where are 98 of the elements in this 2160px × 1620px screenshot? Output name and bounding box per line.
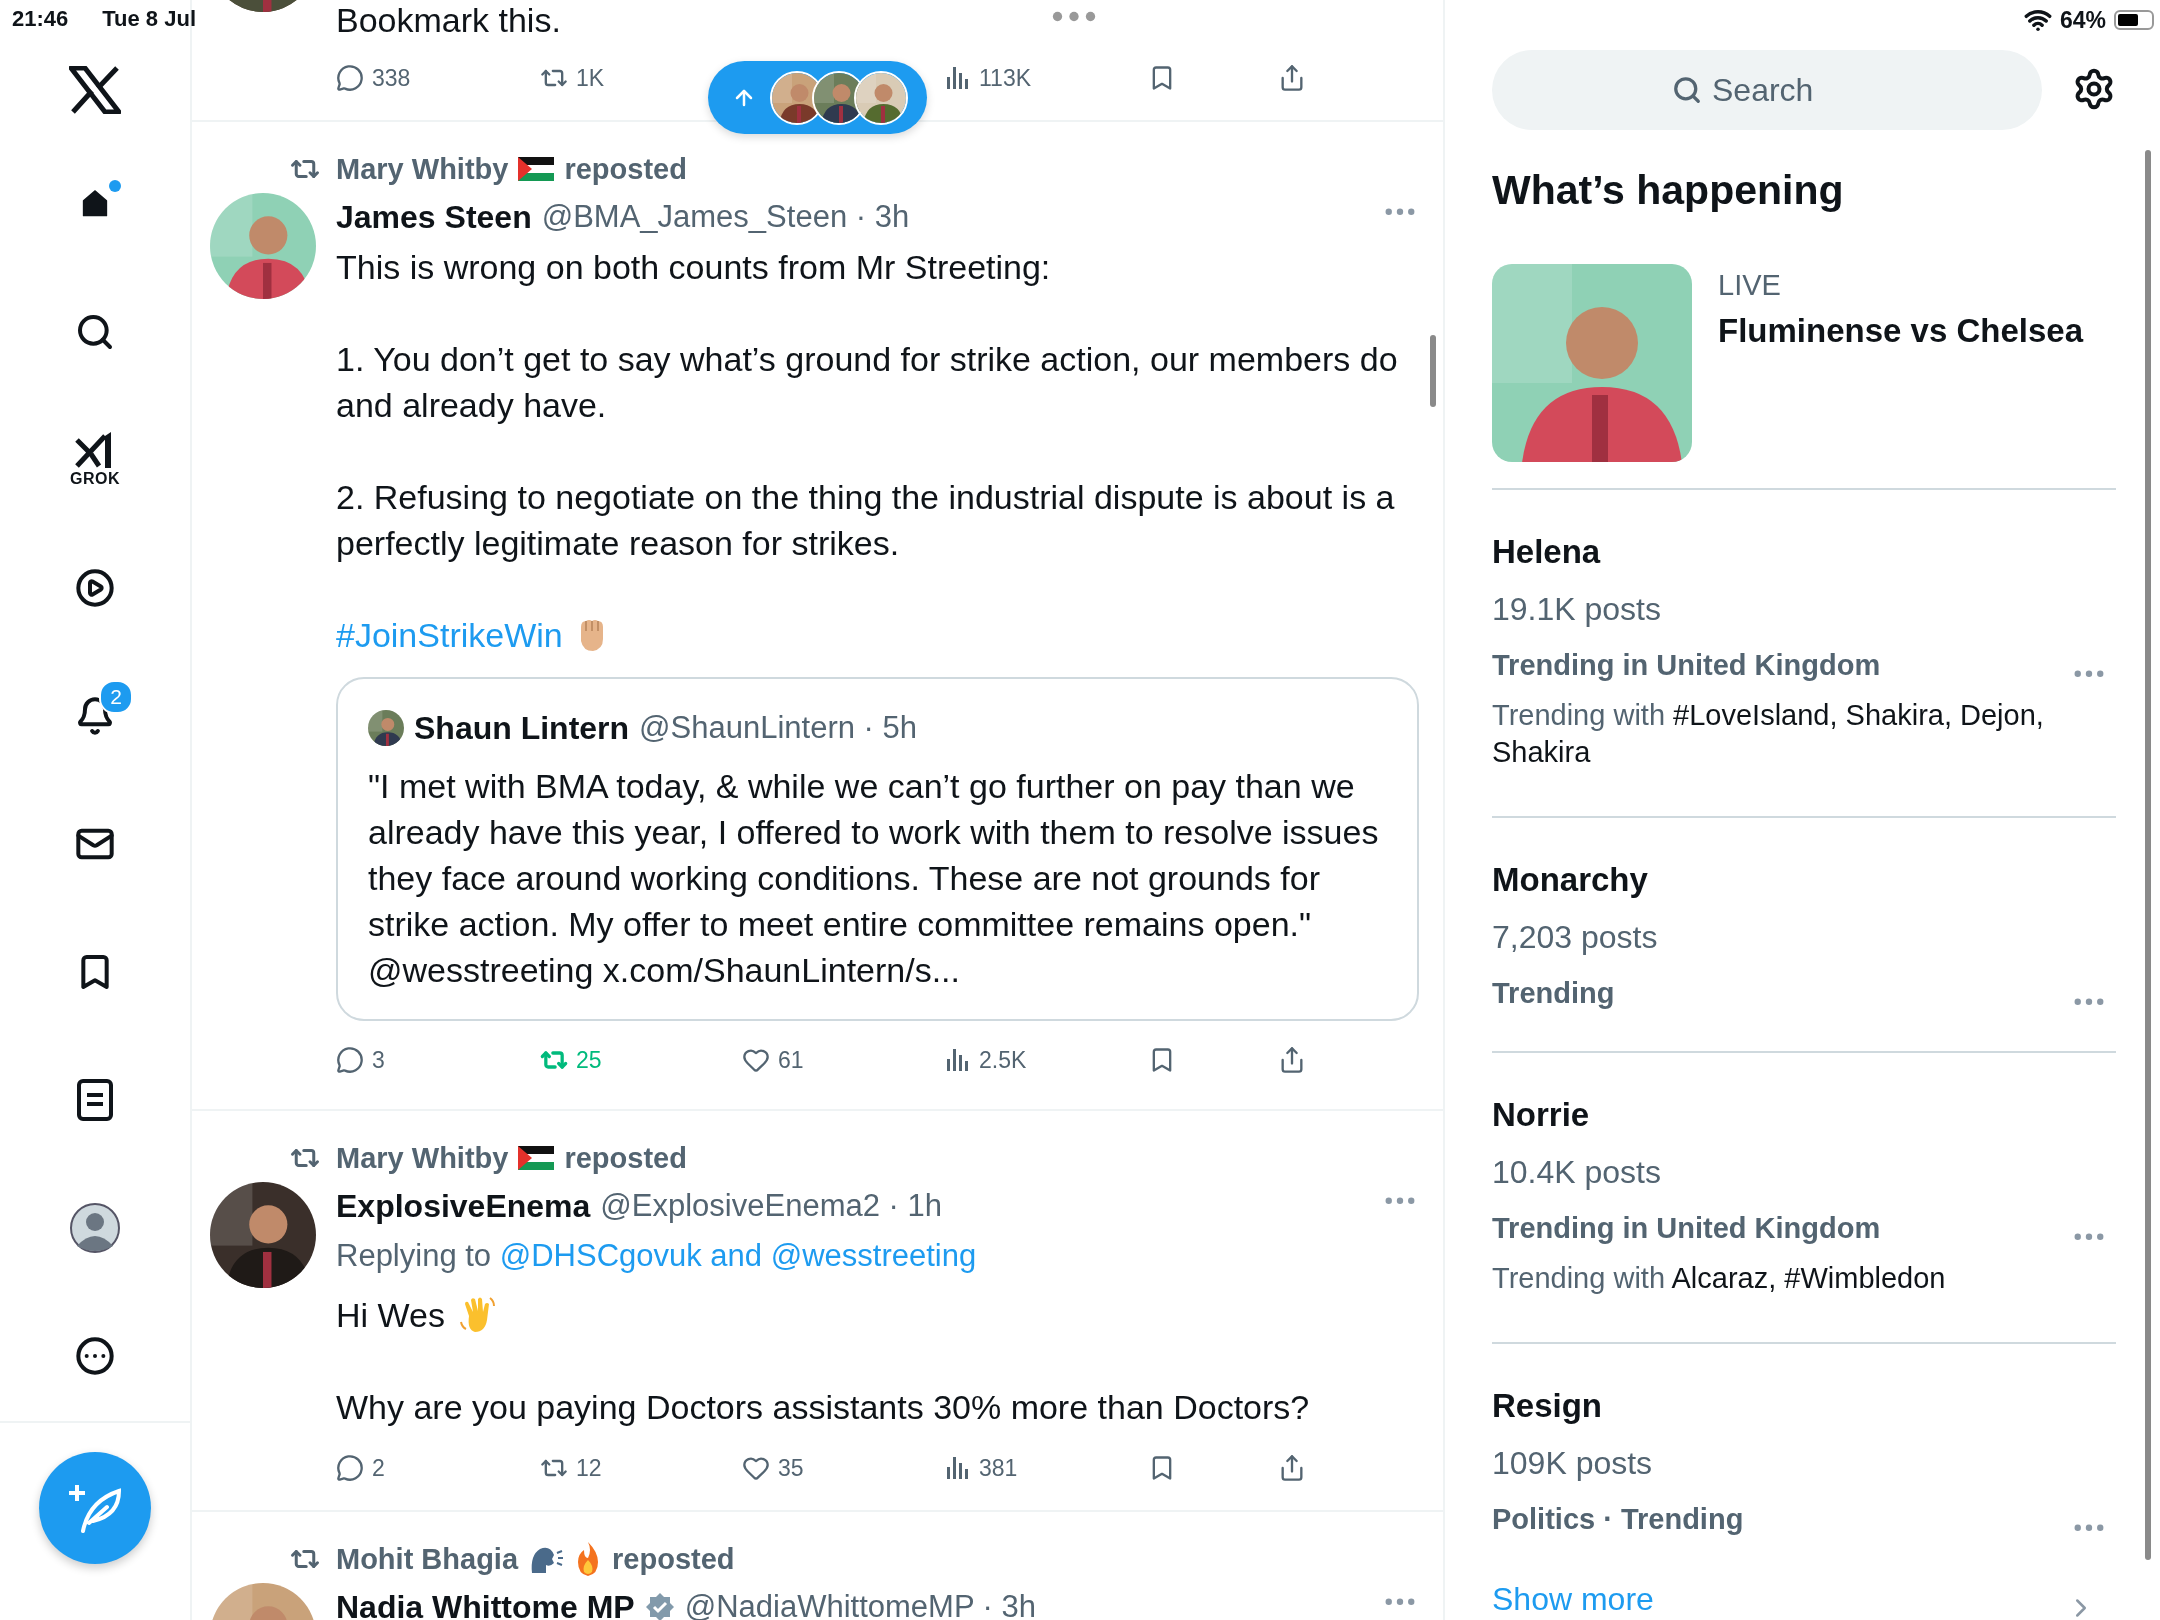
reposter-name[interactable]: Mary Whitby <box>336 1141 509 1175</box>
reply-icon <box>336 64 364 92</box>
trend-title[interactable]: Fluminense vs Chelsea <box>1718 304 2083 358</box>
live-label: LIVE <box>1718 268 1782 303</box>
count-label: 2 <box>372 1454 385 1482</box>
repost-button[interactable]: 1K <box>540 56 605 100</box>
quoted-author-name: Shaun Lintern <box>414 709 630 747</box>
author-name[interactable]: James Steen <box>336 198 532 236</box>
trend-context: Trending in United Kingdom <box>1492 648 1881 683</box>
multitasking-dots-icon[interactable] <box>1052 11 1096 22</box>
trend-title[interactable]: Resign <box>1492 1384 2116 1428</box>
compose-button[interactable] <box>39 1452 151 1564</box>
notification-badge: 2 <box>99 680 133 714</box>
heart-icon <box>742 1046 770 1074</box>
count-label: 12 <box>576 1454 602 1482</box>
trend-context: Trending in United Kingdom <box>1492 1211 1881 1246</box>
trend-context: Trending <box>1492 976 1615 1011</box>
x-logo-icon <box>69 66 121 114</box>
play-icon <box>75 568 115 608</box>
repost-button[interactable]: 12 <box>540 1446 602 1490</box>
search-icon <box>1672 75 1702 105</box>
battery-icon <box>2114 10 2154 30</box>
reply-icon <box>336 1046 364 1074</box>
reposted-label: reposted <box>564 152 687 186</box>
count-label: 2.5K <box>979 1046 1027 1074</box>
more-icon <box>75 1336 115 1376</box>
count-label: 35 <box>778 1454 804 1482</box>
more-icon[interactable] <box>1385 1597 1415 1605</box>
post-text: Bookmark this. <box>336 0 561 41</box>
reply-icon <box>336 1454 364 1482</box>
like-button[interactable]: 35 <box>742 1446 804 1490</box>
more-icon[interactable] <box>2074 997 2104 1005</box>
reply-button[interactable]: 3 <box>336 1038 385 1082</box>
grok-label: GROK <box>70 470 120 488</box>
count-label: 25 <box>576 1046 602 1074</box>
post-text: 1. You don’t get to say what’s ground for strike action, our members do and already have. <box>336 339 1399 426</box>
search-field[interactable]: Search <box>1492 50 2042 130</box>
more-icon[interactable] <box>1385 207 1415 215</box>
trend-title[interactable]: Monarchy <box>1492 858 2116 902</box>
reposter-name[interactable]: Mary Whitby <box>336 152 509 186</box>
reply-button[interactable]: 2 <box>336 1446 385 1490</box>
more-icon[interactable] <box>2074 669 2104 677</box>
count-label: 381 <box>979 1454 1018 1482</box>
post-text: 2. Refusing to negotiate on the thing the industrial dispute is about is a perfectly legitimate reason for strikes. <box>336 477 1396 564</box>
more-icon[interactable] <box>1385 1196 1415 1204</box>
status-date: Tue 8 Jul <box>102 6 196 32</box>
quoted-post-card[interactable] <box>336 677 1419 1021</box>
author-handle-time: @ExplosiveEnema2 · 1h <box>600 1188 942 1224</box>
trending-with-text: Trending with Alcaraz, #Wimbledon <box>1492 1261 1947 1296</box>
flag-icon <box>518 1146 555 1170</box>
views-button[interactable]: 113K <box>945 56 1031 100</box>
reply-button[interactable]: 338 <box>336 56 411 100</box>
post-count: 19.1K posts <box>1492 590 1662 629</box>
heart-icon <box>742 1454 770 1482</box>
bar-chart-icon <box>945 1455 971 1481</box>
new-posts-button[interactable] <box>708 61 927 134</box>
count-label: 3 <box>372 1046 385 1074</box>
author-name[interactable]: Nadia Whittome MP <box>336 1588 635 1620</box>
quoted-post-text: "I met with BMA today, & while we can’t go further on pay than we already have this year, I offered to work with them to resolve issues they face around working conditions. These are not grounds for strike action. My offer to meet entire committee remains open." @wesstreeting x.com/ShaunLintern/s... <box>368 766 1380 991</box>
post-text: This is wrong on both counts from Mr Streeting: <box>336 247 1051 288</box>
author-name[interactable]: ExplosiveEnema <box>336 1187 591 1225</box>
status-time: 21:46 <box>12 6 69 32</box>
scrollbar-thumb <box>1430 335 1436 407</box>
search-icon <box>75 312 115 352</box>
trending-with-text: Trending with #LoveIsland, Shakira, Dejon, Shakira <box>1492 698 2045 770</box>
reposter-name[interactable]: Mohit Bhagia <box>336 1542 519 1576</box>
post-count: 109K posts <box>1492 1444 1654 1483</box>
compose-icon <box>67 1483 123 1533</box>
views-button[interactable]: 381 <box>945 1446 1018 1490</box>
author-handle-time: @BMA_James_Steen · 3h <box>541 199 910 235</box>
grok-nav-item[interactable]: GROK <box>52 414 138 506</box>
post-count: 7,203 posts <box>1492 918 1659 957</box>
post-text: Hi Wes <box>336 1295 445 1336</box>
list-icon <box>75 1078 115 1122</box>
reposted-label: reposted <box>612 1542 735 1576</box>
more-icon[interactable] <box>2074 1232 2104 1240</box>
trend-context: Politics · Trending <box>1492 1502 1744 1537</box>
more-icon[interactable] <box>2074 1523 2104 1531</box>
post-text: Why are you paying Doctors assistants 30% more than Doctors? <box>336 1387 1310 1428</box>
count-label: 113K <box>979 64 1031 92</box>
count-label: 61 <box>778 1046 804 1074</box>
reposted-label: reposted <box>564 1141 687 1175</box>
bar-chart-icon <box>945 65 971 91</box>
trend-title[interactable]: Norrie <box>1492 1093 2116 1137</box>
post-count: 10.4K posts <box>1492 1153 1662 1192</box>
count-label: 1K <box>576 64 605 92</box>
quoted-handle-time: @ShaunLintern · 5h <box>639 710 918 746</box>
views-button[interactable]: 2.5K <box>945 1038 1027 1082</box>
bar-chart-icon <box>945 1047 971 1073</box>
avatar-icon <box>69 1202 121 1254</box>
waving-hand-icon <box>458 1296 497 1334</box>
count-label: 338 <box>372 64 411 92</box>
battery-percent: 64% <box>2059 6 2106 34</box>
section-heading: What’s happening <box>1492 169 1845 211</box>
replying-to-text: Replying to @DHSCgovuk and @wesstreeting <box>336 1237 978 1275</box>
trend-title[interactable]: Helena <box>1492 530 2116 574</box>
flag-icon <box>518 157 555 181</box>
like-button[interactable]: 61 <box>742 1038 804 1082</box>
